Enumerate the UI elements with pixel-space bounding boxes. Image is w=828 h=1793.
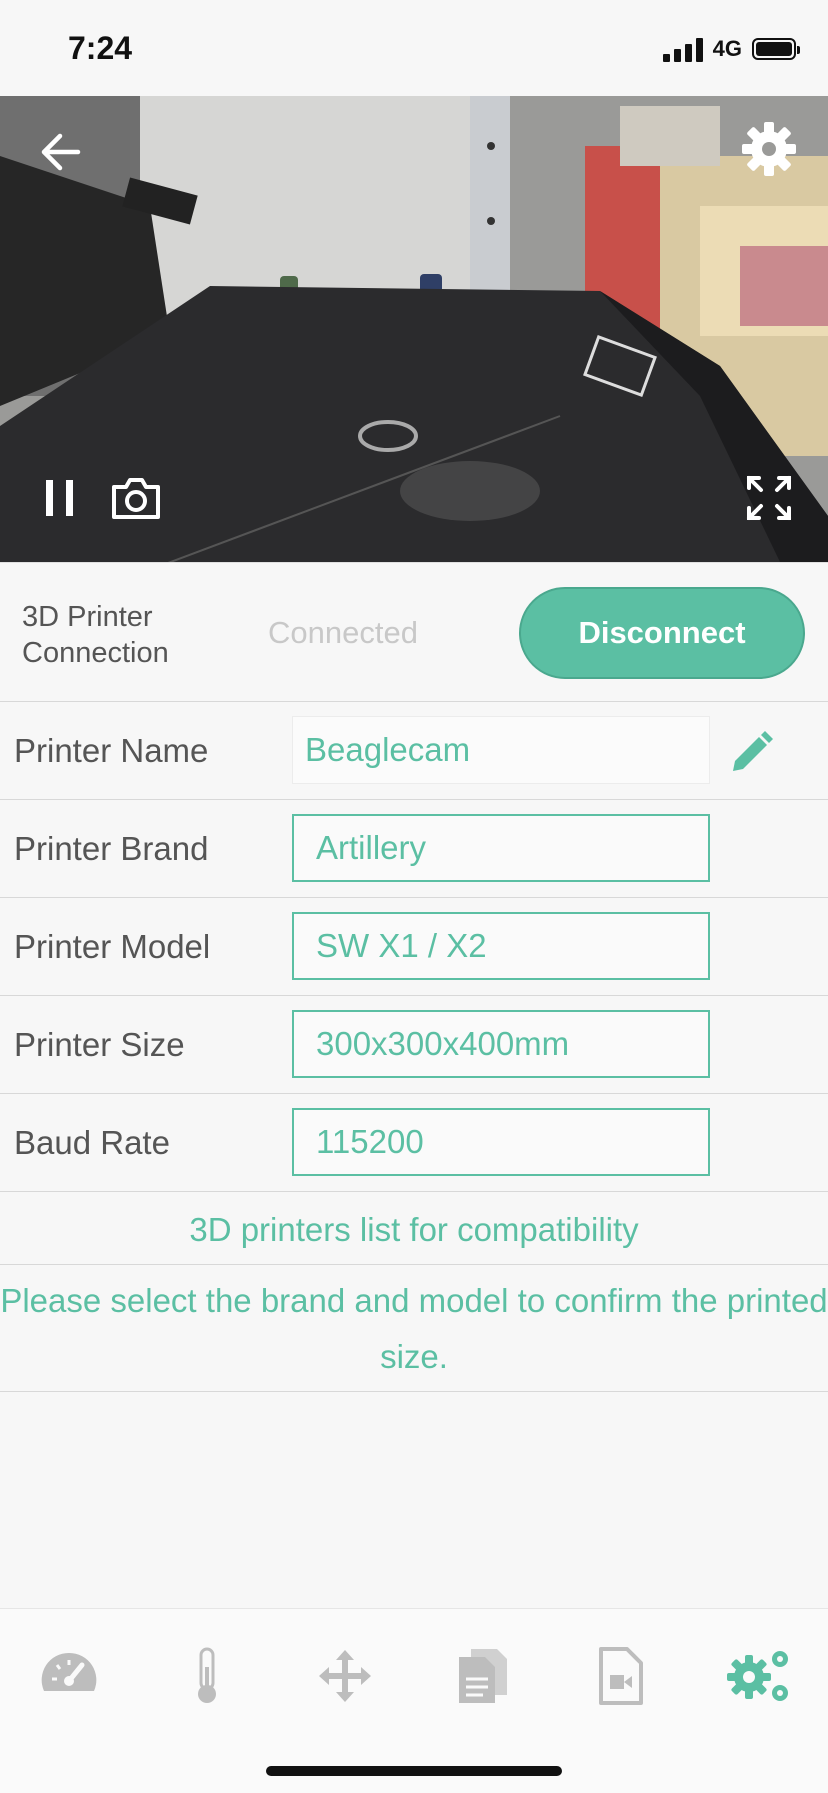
printer-size-label: Printer Size — [14, 1026, 185, 1063]
signal-icon — [662, 36, 703, 62]
printer-name-row: Printer Name Beaglecam — [0, 702, 828, 800]
edit-name-button[interactable] — [724, 726, 778, 780]
battery-icon — [752, 38, 800, 60]
video-file-icon — [599, 1647, 643, 1705]
home-indicator — [266, 1766, 562, 1776]
status-time: 7:24 — [68, 30, 133, 66]
connection-label: 3D Printer Connection — [22, 601, 169, 669]
pause-button[interactable] — [34, 470, 86, 526]
files-icon — [459, 1649, 507, 1703]
camera-icon — [112, 478, 160, 519]
status-bar: 7:24 4G — [0, 0, 828, 96]
baud-rate-row: Baud Rate 115200 — [0, 1094, 828, 1192]
tab-dashboard[interactable] — [24, 1631, 114, 1721]
baud-rate-field[interactable]: 115200 — [292, 1108, 710, 1176]
snapshot-button[interactable] — [106, 468, 166, 528]
camera-feed[interactable] — [0, 96, 828, 562]
tab-video[interactable] — [576, 1631, 666, 1721]
pause-icon — [46, 480, 73, 516]
expand-icon — [747, 476, 791, 520]
fullscreen-button[interactable] — [738, 470, 800, 526]
printer-size-row: Printer Size 300x300x400mm — [0, 996, 828, 1094]
gear-icon — [742, 122, 796, 176]
dashboard-gauge-icon — [41, 1652, 97, 1691]
pencil-icon — [733, 731, 773, 771]
network-type: 4G — [712, 36, 742, 61]
printer-model-row: Printer Model SW X1 / X2 — [0, 898, 828, 996]
tab-temperature[interactable] — [162, 1631, 252, 1721]
printer-name-field[interactable]: Beaglecam — [292, 716, 710, 784]
arrow-left-icon — [41, 133, 81, 171]
camera-settings-button[interactable] — [734, 114, 804, 184]
baud-rate-label: Baud Rate — [14, 1124, 170, 1161]
printer-model-label: Printer Model — [14, 928, 211, 965]
printer-brand-row: Printer Brand Artillery — [0, 800, 828, 898]
printer-brand-field[interactable]: Artillery — [292, 814, 710, 882]
thermometer-icon — [198, 1647, 216, 1703]
tab-move[interactable] — [300, 1631, 390, 1721]
status-indicators: 4G — [662, 36, 800, 62]
move-arrows-icon — [319, 1650, 371, 1702]
size-hint-text: Please select the brand and model to con… — [0, 1266, 828, 1392]
printer-brand-label: Printer Brand — [14, 830, 209, 867]
printer-model-field[interactable]: SW X1 / X2 — [292, 912, 710, 980]
tab-settings[interactable] — [714, 1631, 804, 1721]
connection-row: 3D Printer Connection Connected Disconne… — [0, 562, 828, 702]
connection-status: Connected — [268, 615, 418, 650]
tab-files[interactable] — [438, 1631, 528, 1721]
disconnect-button[interactable]: Disconnect — [519, 587, 805, 679]
printer-name-label: Printer Name — [14, 732, 209, 769]
compatibility-list-link[interactable]: 3D printers list for compatibility — [0, 1195, 828, 1265]
settings-gears-icon — [727, 1651, 788, 1701]
printer-size-field[interactable]: 300x300x400mm — [292, 1010, 710, 1078]
back-button[interactable] — [30, 122, 90, 182]
